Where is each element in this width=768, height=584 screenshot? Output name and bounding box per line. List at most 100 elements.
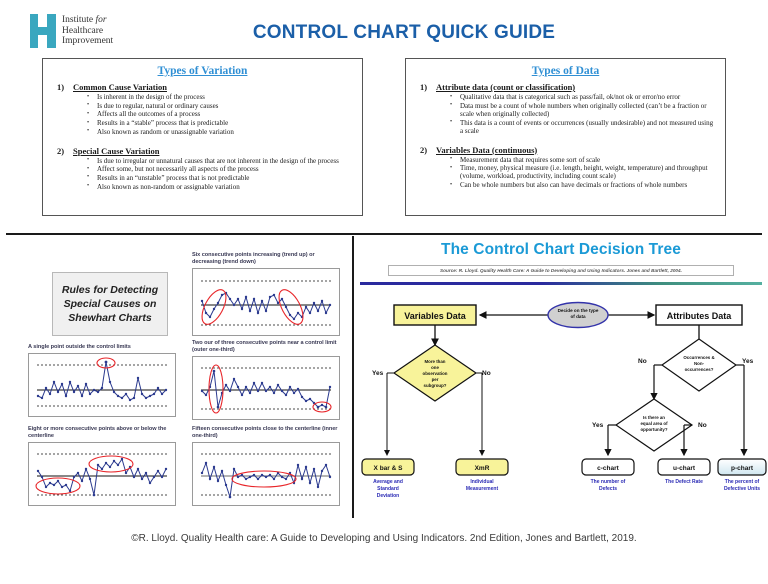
page-title: CONTROL CHART QUICK GUIDE: [252, 22, 556, 43]
section-heading: Variables Data (continuous): [436, 144, 538, 155]
edge-label-no: No: [698, 422, 707, 429]
svg-text:Standard: Standard: [377, 486, 399, 492]
rule-caption: Eight or more consecutive points above o…: [28, 426, 167, 439]
svg-text:of data: of data: [570, 314, 586, 319]
svg-text:observation: observation: [423, 371, 448, 376]
edge-label-yes: Yes: [742, 358, 754, 365]
svg-text:u-chart: u-chart: [673, 465, 696, 472]
svg-text:X bar & S: X bar & S: [374, 465, 404, 472]
section-heading: Common Cause Variation: [73, 82, 167, 92]
svg-text:Attributes Data: Attributes Data: [667, 311, 733, 321]
tree-rule-divider: [360, 282, 762, 285]
rule-caption: Two our of three consecutive points near…: [192, 340, 337, 353]
node-diamond-occurrences: Occurrences & Non- occurrences?: [660, 338, 738, 392]
list-item: Is due to regular, natural or ordinary c…: [87, 101, 354, 110]
node-u-chart: u-chart The Defect Rate: [657, 458, 711, 485]
node-attributes-data: Attributes Data: [655, 304, 743, 326]
svg-text:The percent of: The percent of: [725, 479, 760, 485]
svg-text:subgroup?: subgroup?: [424, 383, 447, 388]
svg-text:c-chart: c-chart: [597, 465, 620, 472]
svg-text:Non-: Non-: [694, 361, 705, 366]
horizontal-divider: [6, 233, 762, 235]
edge-label-yes: Yes: [592, 422, 604, 429]
panel-types-of-data: Types of Data 1) Attribute data (count o…: [405, 58, 726, 216]
rule-chart-single-point: A single point outside the control limit…: [28, 344, 176, 417]
section-number: 1): [57, 82, 65, 92]
svg-text:Measurement: Measurement: [466, 486, 499, 492]
list-item: Can be whole numbers but also can have d…: [450, 181, 717, 190]
rules-title-box: Rules for Detecting Special Causes on Sh…: [52, 272, 168, 336]
svg-text:per: per: [432, 377, 439, 382]
list-item: Is due to irregular or unnatural causes …: [87, 156, 354, 165]
list-item: Affects all the outcomes of a process: [87, 110, 354, 119]
section-special-cause: 2) Special Cause Variation Is due to irr…: [51, 146, 354, 192]
chart-frame: [192, 441, 340, 506]
panel-title: Types of Data: [531, 65, 600, 77]
list-item: Time, money, physical measure (i.e. leng…: [450, 164, 717, 181]
source-citation: Source: R. Lloyd. Quality Health Care: A…: [388, 265, 734, 276]
decision-tree-diagram: Variables Data Decide on the type of dat…: [354, 287, 768, 518]
rule-chart-two-of-three: Two our of three consecutive points near…: [192, 340, 340, 420]
chart-frame: [192, 267, 340, 336]
svg-text:Occurrences &: Occurrences &: [683, 355, 715, 360]
bullet-list: Is due to irregular or unnatural causes …: [73, 156, 354, 191]
node-diamond-observations: More than one observation per subgroup?: [392, 344, 478, 402]
control-chart-svg: [36, 357, 168, 407]
svg-text:Decide on the type: Decide on the type: [558, 308, 599, 313]
node-xbar-s: X bar & S Average and Standard Deviation: [361, 458, 415, 499]
list-item: Also known as random or unassignable var…: [87, 127, 354, 136]
svg-text:Individual: Individual: [470, 479, 494, 485]
section-heading: Special Cause Variation: [73, 145, 160, 156]
list-item: Data must be a count of whole numbers wh…: [450, 101, 717, 118]
section-number: 2): [420, 144, 428, 155]
node-label: Variables Data: [404, 311, 467, 321]
decision-tree-title: The Control Chart Decision Tree: [441, 241, 681, 258]
rule-caption: A single point outside the control limit…: [28, 344, 131, 350]
node-start-decide: Decide on the type of data: [547, 301, 609, 329]
decision-tree-svg: Variables Data Decide on the type of dat…: [361, 301, 767, 499]
control-chart-svg: [200, 364, 332, 414]
list-item: Affect some, but not necessarily all asp…: [87, 165, 354, 174]
svg-text:Deviation: Deviation: [377, 493, 400, 499]
section-common-cause: 1) Common Cause Variation Is inherent in…: [51, 82, 354, 137]
list-item: This data is a count of events or occurr…: [450, 118, 717, 135]
node-c-chart: c-chart The number of Defects: [581, 458, 635, 492]
svg-text:The number of: The number of: [591, 479, 626, 485]
svg-text:one: one: [431, 365, 439, 370]
section-attribute-data: 1) Attribute data (count or classificati…: [414, 82, 717, 136]
bullet-list: Is inherent in the design of the process…: [73, 92, 354, 136]
svg-text:XmR: XmR: [475, 465, 490, 472]
svg-text:More than: More than: [425, 359, 446, 364]
control-chart-svg: [200, 453, 332, 498]
footer-citation: ©R. Lloyd. Quality Health care: A Guide …: [131, 533, 637, 544]
panel-types-of-variation: Types of Variation 1) Common Cause Varia…: [42, 58, 363, 216]
svg-text:Is there an: Is there an: [643, 415, 665, 420]
control-chart-svg: [35, 453, 168, 496]
svg-text:Average and: Average and: [373, 479, 403, 485]
page-header: Institute for Healthcare Improvement CON…: [0, 0, 768, 58]
node-variables-data: Variables Data: [393, 304, 477, 326]
node-xmr: XmR Individual Measurement: [455, 458, 509, 492]
node-p-chart: p-chart The percent of Defective Units: [717, 458, 767, 492]
bullet-list: Measurement data that requires some sort…: [436, 155, 717, 190]
top-panels: Types of Variation 1) Common Cause Varia…: [0, 58, 768, 216]
rule-caption: Fifteen consecutive points close to the …: [192, 426, 338, 439]
list-item: Results in an “unstable” process that is…: [87, 173, 354, 182]
rule-chart-fifteen-consecutive: Fifteen consecutive points close to the …: [192, 426, 340, 506]
section-heading: Attribute data (count or classification): [436, 82, 576, 92]
list-item: Is inherent in the design of the process: [87, 92, 354, 101]
svg-text:equal area of: equal area of: [640, 421, 668, 426]
node-diamond-equal-area: Is there an equal area of opportunity?: [614, 398, 694, 452]
rules-section: Rules for Detecting Special Causes on Sh…: [0, 240, 352, 520]
section-variables-data: 2) Variables Data (continuous) Measureme…: [414, 145, 717, 190]
svg-text:opportunity?: opportunity?: [640, 427, 667, 432]
svg-text:occurrences?: occurrences?: [685, 367, 714, 372]
chart-frame: [28, 441, 176, 506]
edge-label-no: No: [482, 370, 491, 377]
list-item: Measurement data that requires some sort…: [450, 155, 717, 164]
svg-text:p-chart: p-chart: [731, 465, 754, 472]
svg-text:Defective Units: Defective Units: [724, 486, 760, 492]
edge-label-no: No: [638, 358, 647, 365]
list-item: Results in a “stable” process that is pr…: [87, 119, 354, 128]
svg-text:The Defect Rate: The Defect Rate: [665, 479, 703, 485]
